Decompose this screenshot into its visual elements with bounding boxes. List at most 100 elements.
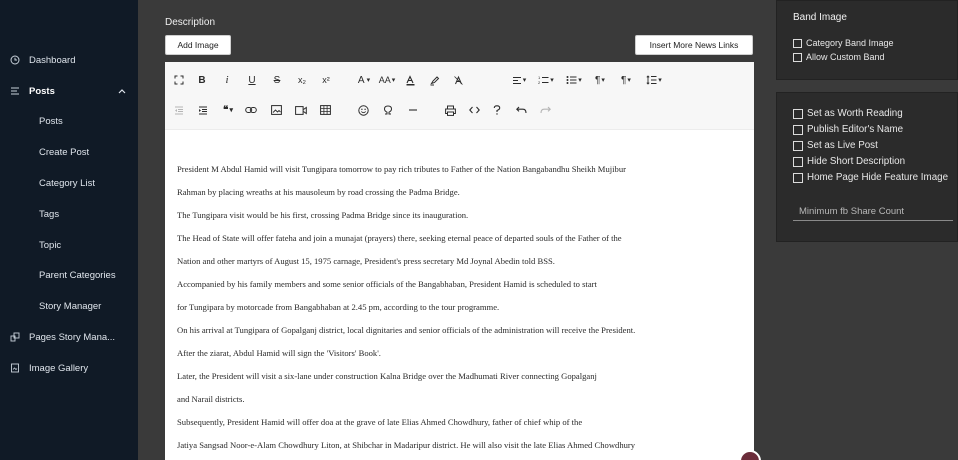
- paragraph-dropdown[interactable]: ¶ ▾: [591, 72, 609, 88]
- checkbox-box[interactable]: [793, 124, 803, 135]
- insert-news-links-button[interactable]: Insert More News Links: [635, 35, 753, 55]
- sidebar-item-label: Tags: [39, 208, 60, 220]
- sidebar-item-image-gallery[interactable]: Image Gallery: [0, 356, 138, 380]
- checkbox-box[interactable]: [793, 52, 802, 62]
- horizontal-line-icon[interactable]: [405, 102, 421, 118]
- content-line: The Head of State will offer fateha and …: [177, 233, 622, 243]
- emoji-icon[interactable]: [355, 102, 371, 118]
- sidebar-item-label: Story Manager: [39, 300, 102, 312]
- link-icon[interactable]: [243, 102, 259, 118]
- subscript-button[interactable]: x₂: [294, 72, 310, 88]
- underline-button[interactable]: U: [245, 72, 259, 88]
- sidebar-item-tags[interactable]: Tags: [0, 202, 138, 226]
- highlight-icon[interactable]: [427, 72, 441, 88]
- add-image-button[interactable]: Add Image: [165, 35, 231, 55]
- sidebar-item-story-manager[interactable]: Story Manager: [0, 294, 138, 318]
- table-icon[interactable]: [317, 102, 333, 118]
- help-icon[interactable]: [490, 102, 504, 118]
- chevron-up-icon: [118, 87, 126, 96]
- font-size-label: A: [357, 74, 365, 86]
- chevron-down-icon: ▾: [229, 107, 233, 114]
- editor-toolbar: B i U S x₂ x² A ▾ AA ▾ ▾ 1 2 ▾ ▾ ¶ ▾ ¶ ▾…: [165, 62, 754, 130]
- sidebar-item-label: Posts: [29, 85, 55, 97]
- fullscreen-icon[interactable]: [171, 72, 187, 88]
- chevron-down-icon: ▾: [550, 77, 554, 84]
- line-height-dropdown[interactable]: ▾: [643, 72, 665, 88]
- allow-custom-band-checkbox[interactable]: Allow Custom Band: [793, 52, 885, 62]
- font-case-dropdown[interactable]: AA ▾: [376, 72, 398, 88]
- chevron-down-icon: ▾: [658, 77, 662, 84]
- ordered-list-dropdown[interactable]: 12 ▾: [535, 72, 557, 88]
- publish-editor-name-checkbox[interactable]: Publish Editor's Name: [793, 124, 903, 135]
- checkbox-box[interactable]: [793, 108, 803, 119]
- print-icon[interactable]: [442, 102, 458, 118]
- bullet-list-dropdown[interactable]: ▾: [563, 72, 585, 88]
- sidebar-item-label: Topic: [39, 239, 62, 251]
- text-color-icon[interactable]: [403, 72, 417, 88]
- sidebar-item-create-post[interactable]: Create Post: [0, 140, 138, 164]
- align-dropdown[interactable]: ▾: [509, 72, 529, 88]
- svg-text:2: 2: [538, 80, 541, 85]
- content-line: Nation and other martyrs of August 15, 1…: [177, 256, 555, 266]
- category-band-image-checkbox[interactable]: Category Band Image: [793, 38, 894, 48]
- code-view-icon[interactable]: [466, 102, 482, 118]
- font-case-label: AA: [378, 75, 391, 85]
- clock-icon: [9, 54, 21, 66]
- sidebar-item-dashboard[interactable]: Dashboard: [0, 48, 138, 72]
- indent-icon[interactable]: [195, 102, 211, 118]
- sidebar: Dashboard Posts Posts Create Post Catego…: [0, 0, 138, 460]
- chevron-down-icon: ▾: [627, 77, 631, 84]
- fb-share-count-input[interactable]: [793, 203, 953, 221]
- blockquote-dropdown[interactable]: ❝ ▾: [217, 102, 239, 118]
- sidebar-item-label: Parent Categories: [39, 269, 116, 281]
- undo-icon[interactable]: [513, 102, 529, 118]
- checkbox-box[interactable]: [793, 140, 803, 151]
- sidebar-item-posts[interactable]: Posts: [0, 109, 138, 133]
- paragraph-style-dropdown[interactable]: ¶ ▾: [615, 72, 637, 88]
- font-size-dropdown[interactable]: A ▾: [355, 72, 373, 88]
- sidebar-item-label: Pages Story Mana...: [29, 331, 116, 343]
- sidebar-item-label: Posts: [39, 115, 63, 127]
- special-char-icon[interactable]: [380, 102, 396, 118]
- home-hide-feature-image-checkbox[interactable]: Home Page Hide Feature Image: [793, 172, 948, 183]
- insert-image-icon[interactable]: [268, 102, 284, 118]
- insert-video-icon[interactable]: [293, 102, 309, 118]
- checkbox-box[interactable]: [793, 172, 803, 183]
- paragraph-style-icon: ¶: [621, 74, 627, 86]
- checkbox-label: Hide Short Description: [807, 156, 906, 167]
- content-line: Subsequently, President Hamid will offer…: [177, 417, 583, 427]
- italic-button[interactable]: i: [220, 72, 234, 88]
- chevron-down-icon: ▾: [601, 77, 605, 84]
- strikethrough-button[interactable]: S: [270, 72, 284, 88]
- checkbox-box[interactable]: [793, 38, 802, 48]
- post-settings-panel: Band Image Category Band Image Allow Cus…: [766, 0, 958, 460]
- sidebar-item-parent-categories[interactable]: Parent Categories: [0, 263, 138, 287]
- outdent-icon[interactable]: [171, 102, 187, 118]
- image-gallery-icon: [9, 362, 21, 374]
- superscript-button[interactable]: x²: [318, 72, 334, 88]
- content-line: After the ziarat, Abdul Hamid will sign …: [177, 348, 381, 358]
- checkbox-label: Category Band Image: [806, 38, 894, 48]
- pages-story-icon: [9, 331, 21, 343]
- content-line: Rahman by placing wreaths at his mausole…: [177, 187, 460, 197]
- sidebar-item-topic[interactable]: Topic: [0, 233, 138, 257]
- checkbox-label: Set as Live Post: [807, 140, 878, 151]
- content-line: The Tungipara visit would be his first, …: [177, 210, 469, 220]
- checkbox-label: Home Page Hide Feature Image: [807, 172, 949, 183]
- sidebar-item-posts-group[interactable]: Posts: [0, 79, 138, 103]
- content-line: On his arrival at Tungipara of Gopalganj…: [177, 325, 636, 335]
- checkbox-box[interactable]: [793, 156, 803, 167]
- band-image-title: Band Image: [793, 12, 847, 23]
- bold-button[interactable]: B: [195, 72, 209, 88]
- redo-icon[interactable]: [537, 102, 553, 118]
- hide-short-description-checkbox[interactable]: Hide Short Description: [793, 156, 905, 167]
- live-post-checkbox[interactable]: Set as Live Post: [793, 140, 878, 151]
- clear-format-icon[interactable]: [451, 72, 465, 88]
- post-options-panel: Set as Worth Reading Publish Editor's Na…: [776, 92, 958, 242]
- rich-text-editor[interactable]: B i U S x₂ x² A ▾ AA ▾ ▾ 1 2 ▾ ▾ ¶ ▾ ¶ ▾…: [165, 62, 754, 460]
- sidebar-item-label: Category List: [39, 177, 95, 189]
- sidebar-item-pages-story-manager[interactable]: Pages Story Mana...: [0, 325, 138, 349]
- sidebar-item-category-list[interactable]: Category List: [0, 171, 138, 195]
- content-line: Later, the President will visit a six-la…: [177, 371, 597, 381]
- worth-reading-checkbox[interactable]: Set as Worth Reading: [793, 108, 903, 119]
